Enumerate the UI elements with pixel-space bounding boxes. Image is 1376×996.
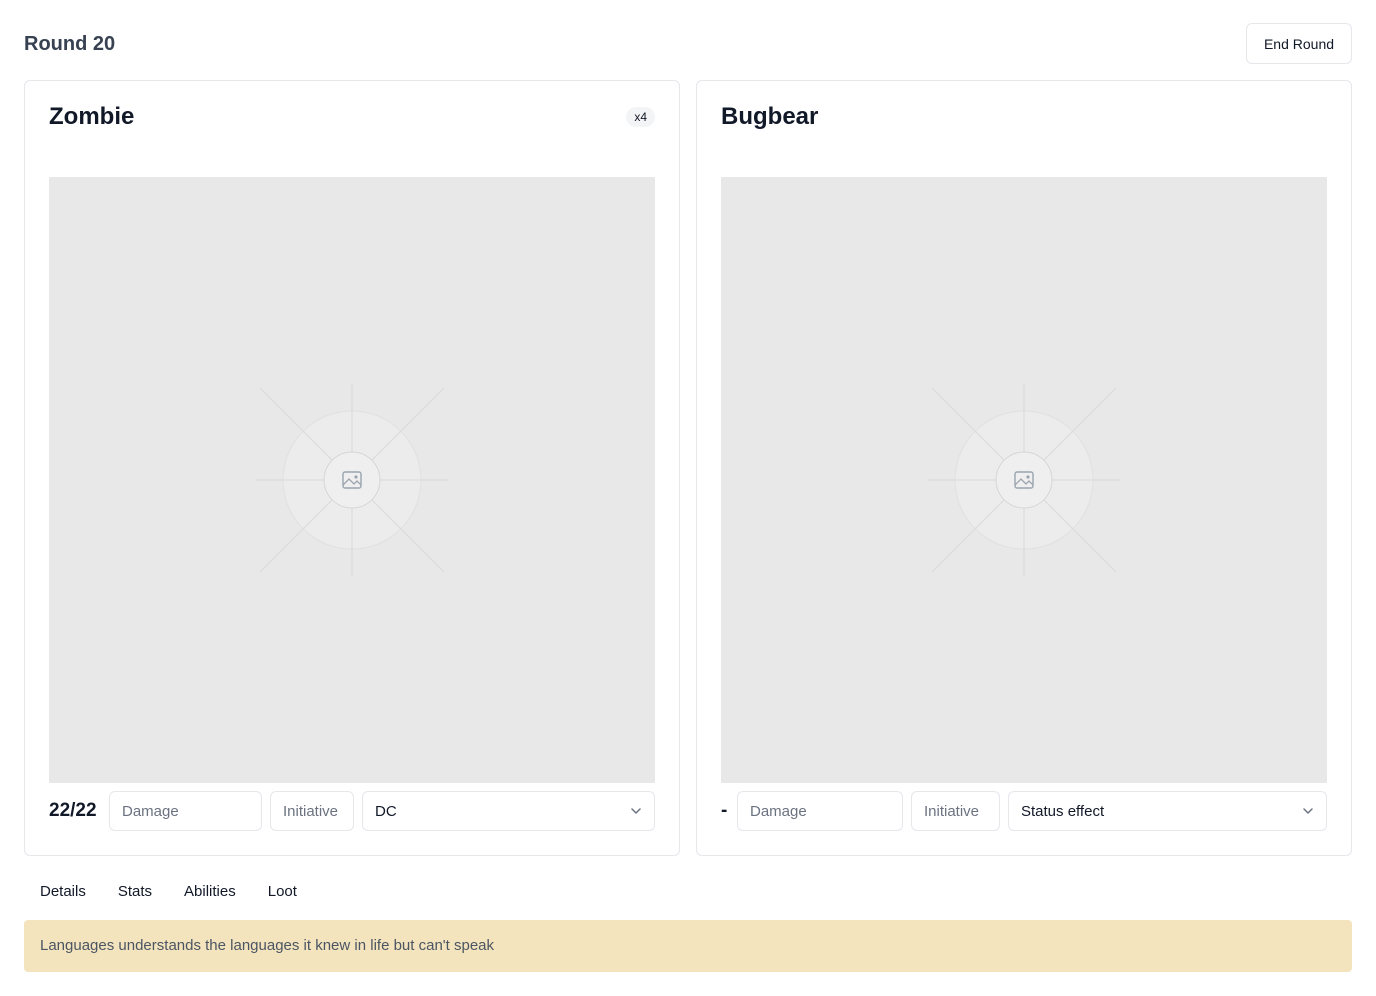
combat-controls: 22/22 DC bbox=[49, 791, 655, 831]
chevron-down-icon bbox=[1303, 808, 1313, 814]
damage-input[interactable] bbox=[109, 791, 262, 831]
tab-bar: Details Stats Abilities Loot bbox=[24, 878, 313, 906]
tab-stats[interactable]: Stats bbox=[102, 878, 168, 906]
tab-details[interactable]: Details bbox=[24, 878, 102, 906]
combatant-name: Bugbear bbox=[721, 103, 819, 130]
hit-points: 22/22 bbox=[49, 800, 97, 821]
combatant-card-zombie: Zombie x4 22/22 DC bbox=[24, 80, 680, 856]
round-title: Round 20 bbox=[24, 33, 116, 55]
end-round-button[interactable]: End Round bbox=[1246, 23, 1352, 64]
tab-loot[interactable]: Loot bbox=[252, 878, 313, 906]
initiative-input[interactable] bbox=[911, 791, 1000, 831]
count-badge: x4 bbox=[626, 107, 655, 127]
combat-controls: - Status effect bbox=[721, 791, 1327, 831]
image-placeholder-icon bbox=[256, 384, 448, 576]
dc-select[interactable]: DC bbox=[362, 791, 655, 831]
portrait-placeholder bbox=[721, 177, 1327, 783]
damage-input[interactable] bbox=[737, 791, 903, 831]
select-value: Status effect bbox=[1021, 802, 1105, 820]
chevron-down-icon bbox=[631, 808, 641, 814]
portrait-placeholder bbox=[49, 177, 655, 783]
select-value: DC bbox=[375, 802, 397, 820]
details-note: Languages understands the languages it k… bbox=[24, 920, 1352, 972]
initiative-input[interactable] bbox=[270, 791, 354, 831]
hit-points: - bbox=[721, 800, 728, 821]
combatant-name: Zombie bbox=[49, 103, 135, 130]
combatant-card-bugbear: Bugbear - Status effect bbox=[696, 80, 1352, 856]
image-placeholder-icon bbox=[928, 384, 1120, 576]
tab-abilities[interactable]: Abilities bbox=[168, 878, 252, 906]
status-effect-select[interactable]: Status effect bbox=[1008, 791, 1327, 831]
